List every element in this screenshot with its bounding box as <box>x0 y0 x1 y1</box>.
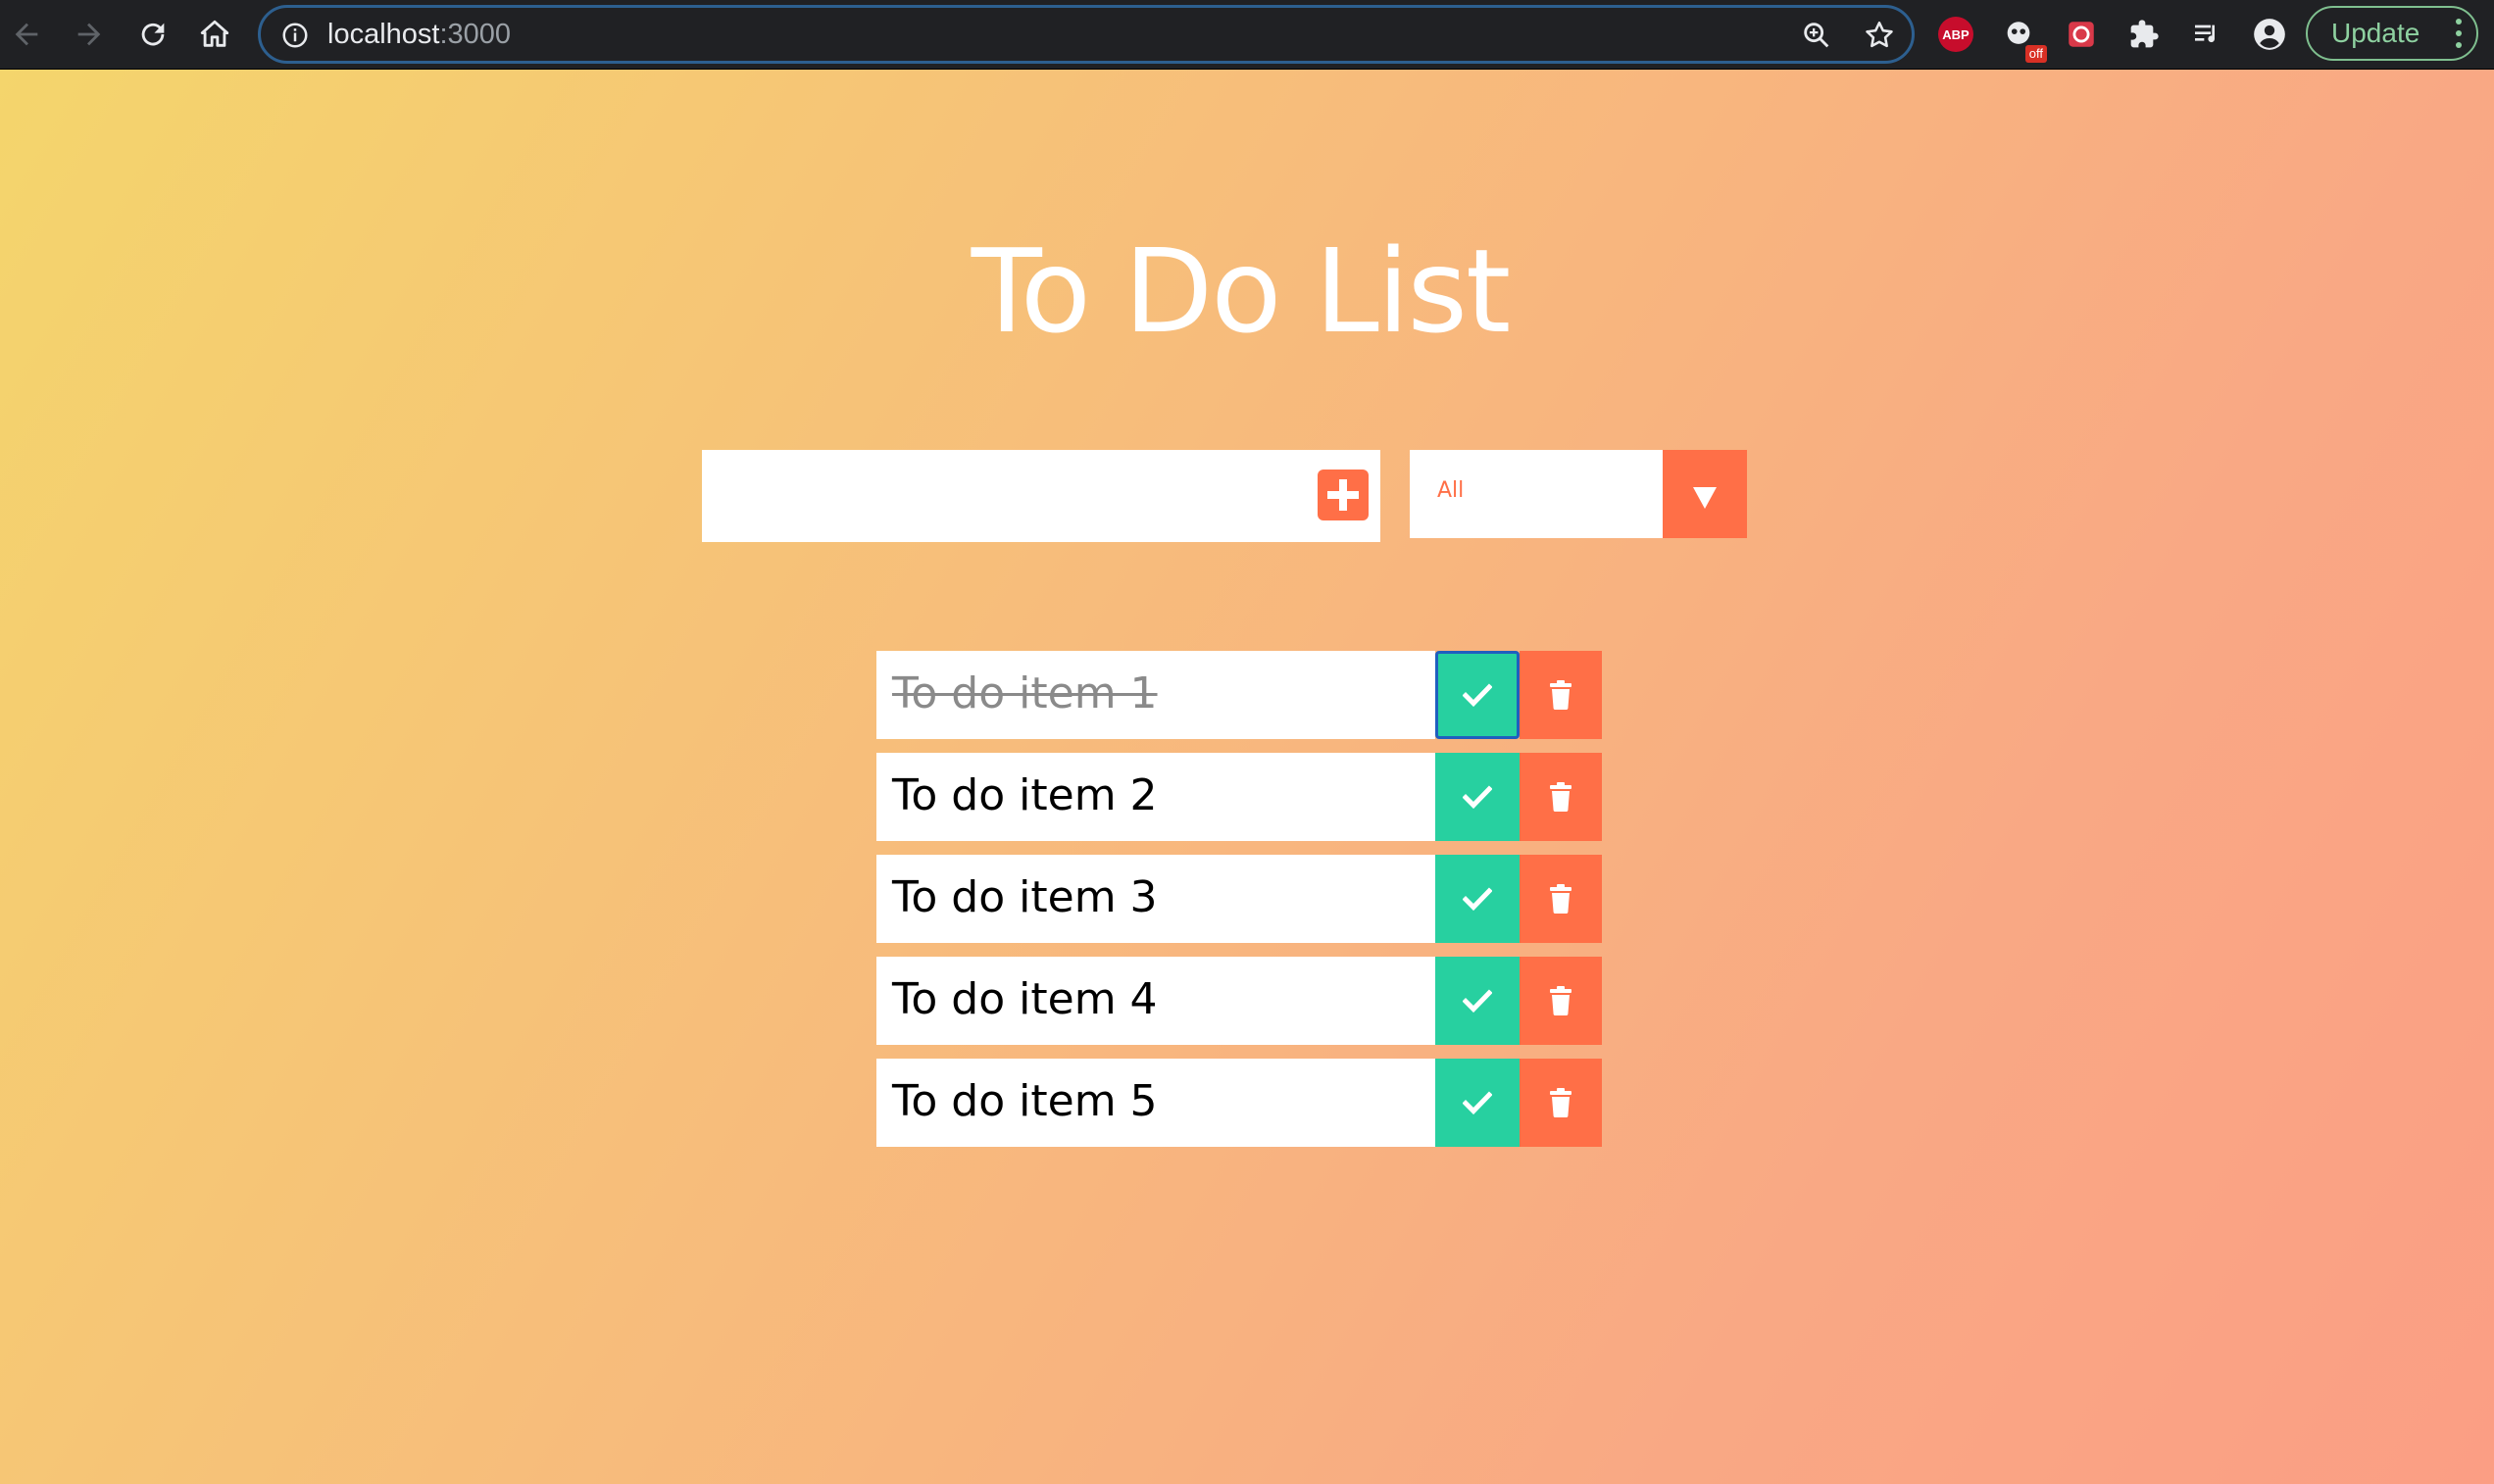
reading-list-icon <box>2195 25 2216 43</box>
todo-text: To do item 4 <box>892 974 1158 1024</box>
check-icon <box>1463 989 1492 1013</box>
todo-item: To do item 3 <box>876 855 1602 943</box>
todo-text-box: To do item 5 <box>876 1059 1435 1147</box>
check-icon <box>1463 1091 1492 1114</box>
filter-select[interactable]: All <box>1410 450 1747 538</box>
trash-icon <box>1550 1088 1571 1117</box>
todo-text-box: To do item 1 <box>876 651 1435 739</box>
add-todo-button[interactable] <box>1318 470 1369 520</box>
todo-text-box: To do item 4 <box>876 957 1435 1045</box>
reload-icon <box>141 23 165 46</box>
profile-button[interactable] <box>2249 14 2290 55</box>
puzzle-icon <box>2130 20 2159 48</box>
forward-arrow-icon <box>77 23 101 46</box>
delete-button[interactable] <box>1520 651 1602 739</box>
reload-button[interactable] <box>132 14 174 55</box>
profile-icon <box>2254 19 2285 50</box>
complete-button[interactable] <box>1435 1059 1520 1147</box>
complete-button[interactable] <box>1435 855 1520 943</box>
todo-text-box: To do item 2 <box>876 753 1435 841</box>
trash-icon <box>1550 680 1571 710</box>
complete-button[interactable] <box>1435 957 1520 1045</box>
check-icon <box>1463 887 1492 911</box>
abp-extension[interactable]: ABP <box>1935 14 1976 55</box>
forward-button[interactable] <box>69 14 110 55</box>
filter-dropdown-button[interactable] <box>1663 450 1747 538</box>
todo-list: To do item 1 To do item 2 To do item 3 T… <box>876 651 1602 1161</box>
url-port: :3000 <box>439 19 512 50</box>
todo-text: To do item 5 <box>892 1076 1158 1126</box>
todo-text: To do item 2 <box>892 770 1158 820</box>
info-icon[interactable] <box>280 21 310 50</box>
home-button[interactable] <box>194 14 235 55</box>
todo-item: To do item 5 <box>876 1059 1602 1147</box>
home-icon <box>200 20 229 47</box>
check-icon <box>1463 683 1492 707</box>
caret-down-icon <box>1693 487 1717 509</box>
delete-button[interactable] <box>1520 957 1602 1045</box>
check-icon <box>1463 785 1492 809</box>
extensions-button[interactable] <box>2123 14 2165 55</box>
delete-button[interactable] <box>1520 753 1602 841</box>
todo-text-box: To do item 3 <box>876 855 1435 943</box>
todo-text: To do item 3 <box>892 872 1158 922</box>
zoom-icon[interactable] <box>1800 19 1833 52</box>
extension-red[interactable] <box>2061 14 2102 55</box>
todo-item: To do item 1 <box>876 651 1602 739</box>
filter-value-box[interactable]: All <box>1410 450 1663 538</box>
off-badge: off <box>2024 45 2047 63</box>
bookmark-star-icon[interactable] <box>1863 19 1896 52</box>
page-title: To Do List <box>971 223 1512 360</box>
extension-red-icon <box>2069 22 2094 47</box>
app-page: To Do List All To do item 1 To do item 2 <box>0 70 2494 1484</box>
delete-button[interactable] <box>1520 855 1602 943</box>
trash-icon <box>1550 884 1571 914</box>
reading-list-button[interactable] <box>2186 14 2227 55</box>
trash-icon <box>1550 986 1571 1015</box>
add-todo-form <box>702 450 1380 542</box>
url-text: localhost:3000 <box>327 18 511 51</box>
update-button[interactable]: Update <box>2306 6 2478 61</box>
browser-toolbar: localhost:3000 ABP off Update <box>0 0 2494 70</box>
back-arrow-icon <box>15 23 38 46</box>
trash-icon <box>1550 782 1571 812</box>
todo-input[interactable] <box>702 450 1310 542</box>
filter-selected-value: All <box>1437 478 1465 503</box>
todo-item: To do item 2 <box>876 753 1602 841</box>
back-button[interactable] <box>6 14 47 55</box>
url-host: localhost <box>327 19 440 50</box>
complete-button[interactable] <box>1435 651 1520 739</box>
todo-item: To do item 4 <box>876 957 1602 1045</box>
abp-icon: ABP <box>1938 17 1973 52</box>
delete-button[interactable] <box>1520 1059 1602 1147</box>
extension-off[interactable]: off <box>1998 14 2047 63</box>
complete-button[interactable] <box>1435 753 1520 841</box>
kebab-menu-icon <box>2456 19 2462 48</box>
todo-text: To do item 1 <box>892 668 1158 718</box>
address-bar[interactable]: localhost:3000 <box>258 5 1915 64</box>
update-label: Update <box>2331 18 2420 48</box>
